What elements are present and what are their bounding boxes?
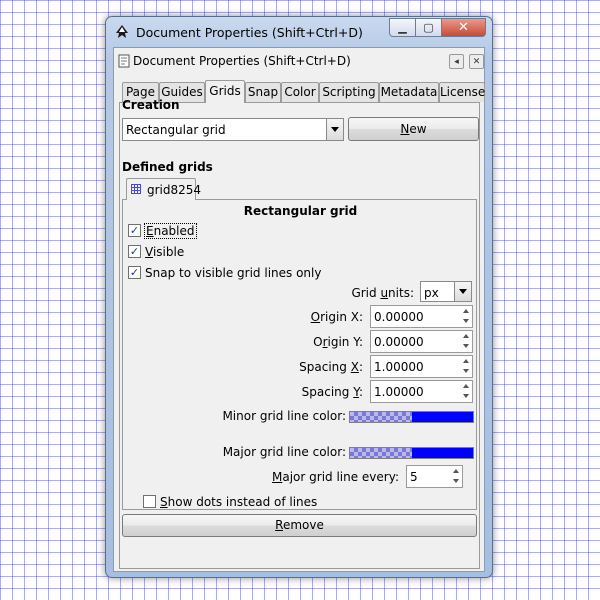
tab-license[interactable]: License: [439, 82, 485, 102]
snap-visible-checkbox[interactable]: ✓: [128, 266, 141, 279]
show-dots-label: Show dots instead of lines: [160, 495, 318, 509]
major-every-label: Major grid line every:: [272, 470, 399, 484]
spacing-x-label: Spacing X:: [299, 360, 363, 374]
defined-grids-heading: Defined grids: [122, 160, 213, 174]
undock-icon: ◂: [454, 56, 459, 67]
major-color-button[interactable]: [349, 447, 474, 459]
grid-units-select[interactable]: px: [420, 281, 472, 302]
minor-color-fill: [412, 412, 473, 422]
snap-visible-label: Snap to visible grid lines only: [145, 266, 322, 280]
creation-heading: Creation: [122, 98, 180, 112]
grid-type-heading: Rectangular grid: [243, 204, 358, 218]
spin-arrows-icon[interactable]: [461, 356, 472, 377]
show-dots-checkbox[interactable]: [143, 495, 156, 508]
panel-title: Document Properties (Shift+Ctrl+D): [133, 54, 351, 68]
minimize-button[interactable]: ▁: [389, 18, 416, 37]
dialog-client: Document Properties (Shift+Ctrl+D) ◂ ✕ P…: [113, 47, 485, 572]
chevron-down-icon: [454, 282, 471, 301]
major-color-label: Major grid line color:: [222, 445, 346, 459]
tab-metadata[interactable]: Metadata: [379, 82, 439, 102]
spacing-y-spinbox[interactable]: 1.00000: [370, 380, 473, 403]
enabled-checkbox[interactable]: ✓: [128, 224, 141, 237]
major-every-spinbox[interactable]: 5: [406, 465, 463, 488]
close-icon: ✕: [472, 56, 481, 67]
grid-settings-panel: Rectangular grid ✓ Enabled ✓ Visible ✓ S…: [122, 199, 477, 510]
origin-y-spinbox[interactable]: 0.00000: [370, 330, 473, 353]
document-properties-icon: [118, 54, 130, 68]
spin-arrows-icon[interactable]: [461, 381, 472, 402]
tab-scripting[interactable]: Scripting: [319, 82, 379, 102]
origin-y-label: Origin Y:: [313, 335, 363, 349]
visible-checkbox[interactable]: ✓: [128, 245, 141, 258]
new-grid-button[interactable]: New: [348, 117, 479, 141]
spacing-x-spinbox[interactable]: 1.00000: [370, 355, 473, 378]
undock-button[interactable]: ◂: [449, 54, 464, 69]
spin-arrows-icon[interactable]: [461, 306, 472, 327]
close-window-button[interactable]: ✕: [441, 18, 486, 37]
minor-color-button[interactable]: [349, 411, 474, 423]
panel-header: Document Properties (Shift+Ctrl+D) ◂ ✕: [114, 48, 484, 74]
spacing-y-label: Spacing Y:: [301, 385, 363, 399]
grids-tab-page: Creation Rectangular grid New Defined gr…: [119, 98, 480, 569]
panel-close-button[interactable]: ✕: [469, 54, 484, 69]
show-dots-checkbox-row[interactable]: Show dots instead of lines: [143, 493, 343, 511]
spin-arrows-icon[interactable]: [451, 466, 462, 487]
visible-checkbox-row[interactable]: ✓ Visible: [128, 243, 198, 261]
enabled-checkbox-row[interactable]: ✓ Enabled: [128, 222, 198, 240]
major-color-fill: [412, 448, 473, 458]
visible-label: Visible: [145, 245, 185, 259]
grid-units-value: px: [424, 286, 439, 300]
spin-arrows-icon[interactable]: [461, 331, 472, 352]
maximize-icon: ▢: [423, 21, 434, 34]
remove-grid-button[interactable]: Remove: [122, 514, 477, 537]
window-title: Document Properties (Shift+Ctrl+D): [136, 25, 363, 40]
snap-visible-checkbox-row[interactable]: ✓ Snap to visible grid lines only: [128, 264, 328, 282]
origin-x-label: Origin X:: [310, 310, 363, 324]
inkscape-icon: [116, 25, 128, 38]
grid-type-select[interactable]: Rectangular grid: [122, 118, 344, 141]
tab-snap[interactable]: Snap: [245, 82, 281, 102]
tab-grids[interactable]: Grids: [205, 80, 245, 103]
window-titlebar[interactable]: Document Properties (Shift+Ctrl+D) ▁ ▢ ✕: [106, 17, 492, 47]
document-properties-window: Document Properties (Shift+Ctrl+D) ▁ ▢ ✕…: [105, 16, 493, 578]
chevron-down-icon: [326, 119, 343, 140]
tab-grid8254[interactable]: grid8254: [126, 178, 201, 200]
grid-icon: [131, 184, 141, 194]
tab-color[interactable]: Color: [281, 82, 319, 102]
grid-type-value: Rectangular grid: [126, 123, 226, 137]
close-icon: ✕: [458, 20, 469, 35]
minimize-icon: ▁: [398, 21, 407, 34]
maximize-button[interactable]: ▢: [415, 18, 442, 37]
minor-color-label: Minor grid line color:: [222, 409, 346, 423]
enabled-label: Enabled: [144, 223, 197, 239]
grid-units-label: Grid units:: [351, 286, 414, 300]
origin-x-spinbox[interactable]: 0.00000: [370, 305, 473, 328]
